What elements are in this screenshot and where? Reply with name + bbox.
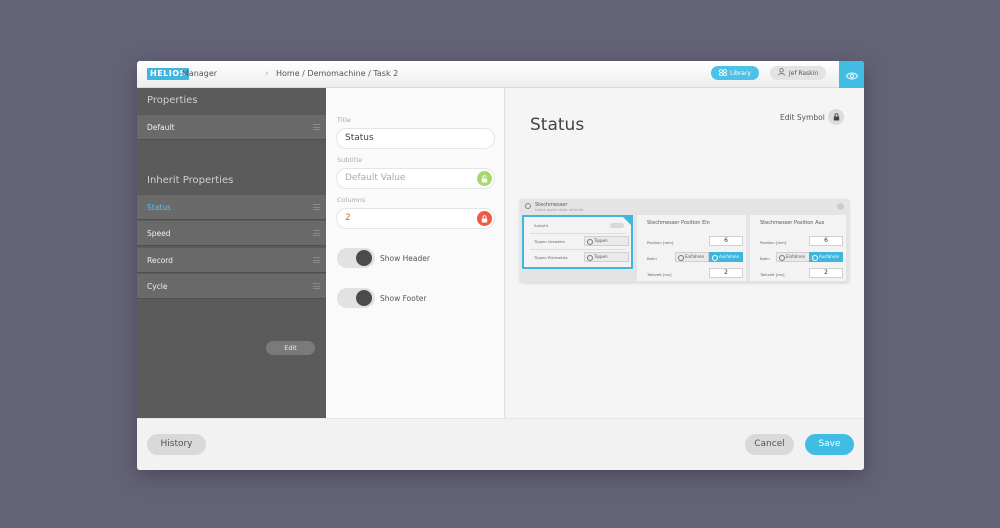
top-bar: HELIOS Manager › Home / Demomachine / Ta… <box>137 61 864 88</box>
subtitle-input[interactable]: Default Value <box>336 168 495 189</box>
auto-hand-toggle[interactable] <box>610 223 624 228</box>
sidebar-item-default[interactable]: Default <box>137 115 326 140</box>
library-label: Library <box>730 69 751 77</box>
jog-backward-label: Tippen Rückwärts <box>534 255 568 260</box>
drag-handle-icon[interactable] <box>313 204 320 210</box>
drag-handle-icon[interactable] <box>313 124 320 130</box>
sidebar-item-label: Speed <box>147 229 171 238</box>
position-label: Position [mm] <box>647 240 674 245</box>
preview-area: Status Edit Symbol Stechmesser Lorem ips… <box>506 88 864 418</box>
page-title: Status <box>530 115 585 135</box>
preview-card-position-in[interactable]: Stechmesser Position Ein Position [mm] 6… <box>637 215 746 281</box>
toggle-knob <box>356 250 372 266</box>
edit-button[interactable]: Edit <box>266 341 315 355</box>
sidebar-item-status[interactable]: Status <box>137 195 326 220</box>
auto-hand-label: Auto/Hr <box>534 223 549 228</box>
show-header-toggle[interactable] <box>337 248 375 268</box>
position-label: Position [mm] <box>760 240 787 245</box>
position-value[interactable]: 6 <box>709 236 743 246</box>
columns-label: Columns <box>337 196 366 204</box>
history-button[interactable]: History <box>147 434 206 455</box>
footer-bar: History Cancel Save <box>137 418 864 470</box>
eye-icon <box>845 65 858 84</box>
cycle-time-value[interactable]: 2 <box>809 268 843 278</box>
cycle-time-label: Taktzeit [ms] <box>760 272 785 277</box>
breadcrumb[interactable]: Home / Demomachine / Task 2 <box>276 69 398 78</box>
divider <box>530 249 626 250</box>
jog-forward-label: Tippen Vorwärts <box>534 239 565 244</box>
sidebar-item-label: Record <box>147 256 173 265</box>
drag-handle-icon[interactable] <box>313 283 320 289</box>
position-value[interactable]: 6 <box>809 236 843 246</box>
user-name: Jef Raskin <box>788 69 819 77</box>
properties-heading: Properties <box>147 95 198 106</box>
extend-button[interactable]: Ausfahren <box>709 252 743 262</box>
sidebar-item-cycle[interactable]: Cycle <box>137 274 326 299</box>
properties-form: Title Status Subtitle Default Value Colu… <box>326 88 505 418</box>
columns-value: 2 <box>345 213 351 223</box>
retract-button[interactable]: Einfahren <box>675 252 709 262</box>
retract-button[interactable]: Einfahren <box>776 252 810 262</box>
info-icon[interactable] <box>837 203 844 210</box>
toggle-knob <box>356 290 372 306</box>
library-button[interactable]: Library <box>711 66 759 80</box>
title-value: Status <box>345 133 374 143</box>
show-header-label: Show Header <box>380 254 430 263</box>
library-icon <box>719 68 727 78</box>
cancel-button[interactable]: Cancel <box>745 434 794 455</box>
subtitle-value: Default Value <box>345 173 406 183</box>
card-heading: Stechmesser Position Ein <box>647 220 710 226</box>
user-menu-button[interactable]: Jef Raskin <box>770 66 826 80</box>
preview-toggle-button[interactable] <box>839 61 864 88</box>
columns-input[interactable]: 2 <box>336 208 495 229</box>
clock-icon <box>525 203 531 209</box>
save-button[interactable]: Save <box>805 434 854 455</box>
chevron-right-icon: › <box>265 69 269 79</box>
edit-symbol-link[interactable]: Edit Symbol <box>780 113 825 122</box>
buttons-label: Bahn <box>647 256 657 261</box>
title-input[interactable]: Status <box>336 128 495 149</box>
sidebar-item-speed[interactable]: Speed <box>137 221 326 246</box>
cycle-time-value[interactable]: 2 <box>709 268 743 278</box>
divider <box>530 233 626 234</box>
sidebar-item-record[interactable]: Record <box>137 248 326 273</box>
symbol-preview[interactable]: Stechmesser Lorem ipsum dolor sit amet A… <box>520 199 849 282</box>
sidebar-item-label: Status <box>147 203 171 212</box>
app-name: Manager <box>182 69 218 78</box>
user-icon <box>777 68 785 78</box>
show-footer-toggle[interactable] <box>337 288 375 308</box>
show-footer-label: Show Footer <box>380 294 427 303</box>
sidebar-item-label: Cycle <box>147 282 168 291</box>
preview-card-position-out[interactable]: Stechmesser Position Aus Position [mm] 6… <box>750 215 846 281</box>
drag-handle-icon[interactable] <box>313 257 320 263</box>
jog-forward-button[interactable]: Tippen <box>584 236 629 246</box>
card-heading: Stechmesser Position Aus <box>760 220 825 226</box>
extend-button[interactable]: Ausfahren <box>809 252 843 262</box>
sidebar-item-label: Default <box>147 123 175 132</box>
preview-card-controls[interactable]: Auto/Hr Tippen Vorwärts Tippen Tippen Rü… <box>522 215 633 269</box>
lock-icon[interactable] <box>477 211 492 226</box>
title-label: Title <box>337 116 351 124</box>
subtitle-label: Subtitle <box>337 156 363 164</box>
drag-handle-icon[interactable] <box>313 230 320 236</box>
jog-backward-button[interactable]: Tippen <box>584 252 629 262</box>
edit-symbol-lock-icon[interactable] <box>828 109 844 125</box>
buttons-label: Bahn <box>760 256 770 261</box>
sidebar: Properties Default Inherit Properties St… <box>137 88 326 418</box>
editor-window: HELIOS Manager › Home / Demomachine / Ta… <box>137 61 864 470</box>
unlock-icon[interactable] <box>477 171 492 186</box>
cycle-time-label: Taktzeit [ms] <box>647 272 672 277</box>
preview-subtitle: Lorem ipsum dolor sit amet <box>535 208 584 212</box>
inherit-properties-heading: Inherit Properties <box>147 175 234 186</box>
